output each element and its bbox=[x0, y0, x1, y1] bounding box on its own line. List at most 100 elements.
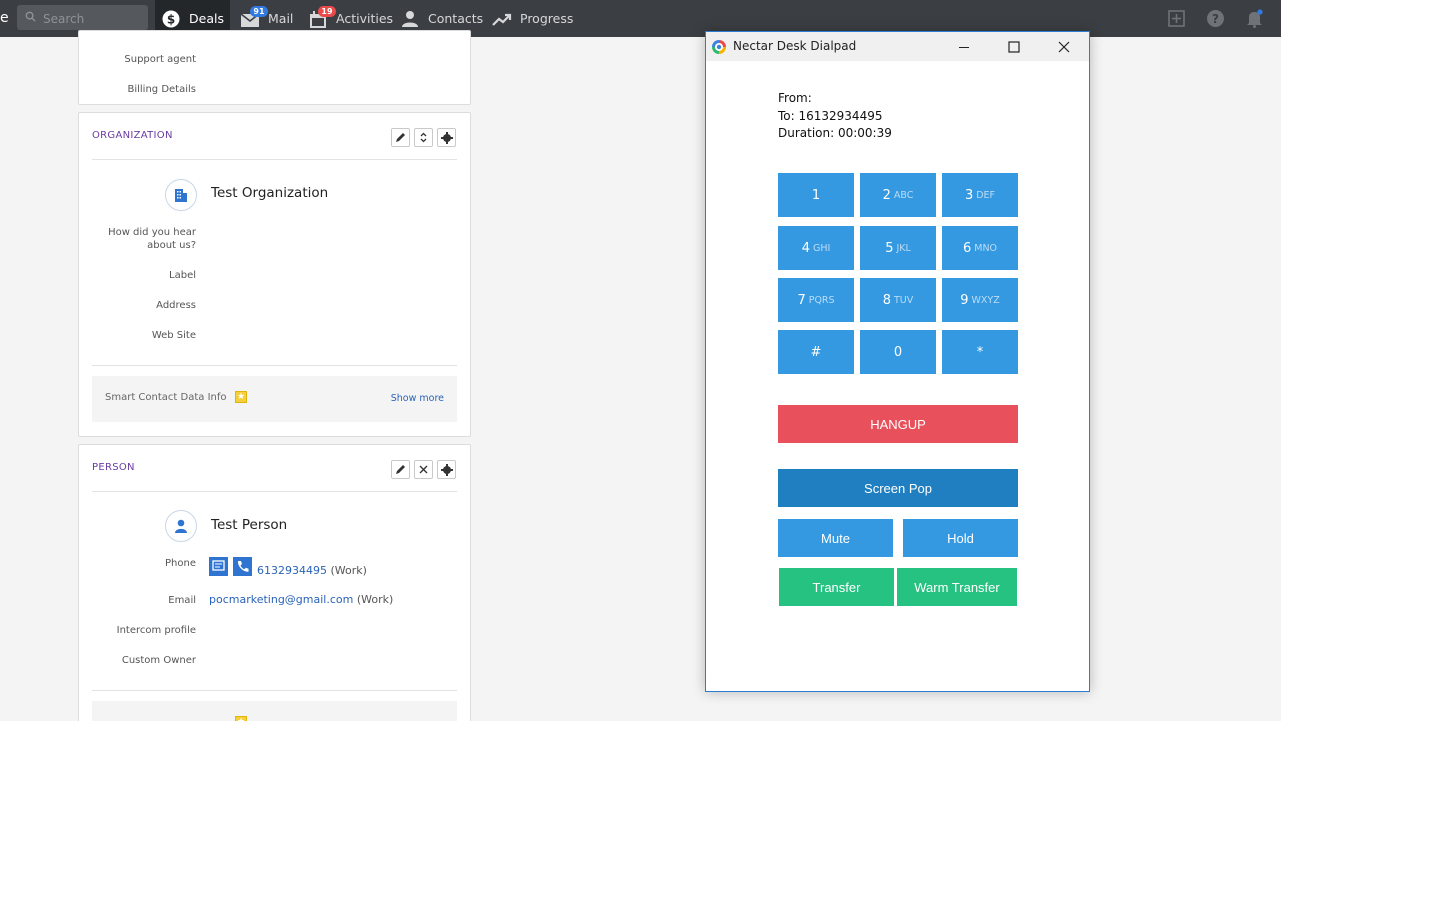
key-7-letters: PQRS bbox=[808, 294, 835, 306]
key-5[interactable]: 5 JKL bbox=[860, 226, 936, 270]
screen-pop-button[interactable]: Screen Pop bbox=[778, 469, 1018, 507]
key-0[interactable]: 0 bbox=[860, 330, 936, 374]
field-label-intercom-profile: Intercom profile bbox=[116, 625, 196, 636]
smart-contact-data-label: Smart Contact Data Info bbox=[105, 392, 227, 403]
close-button[interactable] bbox=[1040, 32, 1088, 61]
call-button[interactable] bbox=[233, 557, 252, 576]
key-5-letters: JKL bbox=[896, 242, 911, 254]
email-value: pocmarketing@gmail.com (Work) bbox=[209, 593, 393, 606]
unlink-person-button[interactable] bbox=[414, 460, 433, 479]
nav-progress[interactable]: Progress bbox=[492, 0, 573, 37]
key-4[interactable]: 4 GHI bbox=[778, 226, 854, 270]
add-icon[interactable] bbox=[1167, 9, 1186, 28]
key-0-num: 0 bbox=[893, 344, 903, 360]
key-8-letters: TUV bbox=[894, 294, 914, 306]
organization-settings-button[interactable] bbox=[437, 128, 456, 147]
maximize-button[interactable] bbox=[990, 32, 1038, 61]
organization-panel: ORGANIZATION Test Organization How did y… bbox=[78, 112, 471, 437]
menu-edge-icon[interactable]: e bbox=[0, 9, 9, 27]
key-star[interactable]: * bbox=[942, 330, 1018, 374]
gear-icon bbox=[440, 463, 453, 476]
dialpad-title-bar[interactable]: Nectar Desk Dialpad bbox=[706, 32, 1089, 61]
key-6-letters: MNO bbox=[974, 242, 998, 254]
change-organization-button[interactable] bbox=[414, 128, 433, 147]
building-icon bbox=[175, 189, 187, 202]
key-6[interactable]: 6 MNO bbox=[942, 226, 1018, 270]
key-7-num: 7 bbox=[797, 292, 806, 308]
nav-deals-label: Deals bbox=[189, 11, 224, 26]
mail-badge: 91 bbox=[250, 5, 268, 17]
call-to: To: 16132934495 bbox=[778, 109, 883, 123]
edit-organization-button[interactable] bbox=[391, 128, 410, 147]
crm-app: e $ Deals 91 bbox=[0, 0, 1281, 721]
pencil-icon bbox=[396, 133, 405, 142]
show-more-link[interactable]: Show more bbox=[391, 393, 444, 404]
key-6-num: 6 bbox=[962, 240, 972, 256]
dialpad-title: Nectar Desk Dialpad bbox=[733, 39, 857, 53]
field-label-web-site: Web Site bbox=[151, 330, 196, 341]
organization-name[interactable]: Test Organization bbox=[211, 185, 328, 201]
pencil-icon bbox=[396, 465, 405, 474]
unlink-icon bbox=[419, 465, 428, 474]
message-icon bbox=[212, 560, 225, 571]
details-panel: Support agent Billing Details bbox=[78, 30, 471, 105]
field-label-support-agent: Support agent bbox=[124, 54, 196, 65]
person-panel: PERSON Test Person Phone 6132934495 (Wor… bbox=[78, 444, 471, 721]
key-5-num: 5 bbox=[885, 240, 894, 256]
help-icon[interactable]: ? bbox=[1206, 9, 1225, 28]
field-label-billing-details: Billing Details bbox=[127, 84, 196, 95]
field-label-label: Label bbox=[169, 270, 196, 281]
star-icon: ★ bbox=[235, 716, 247, 721]
key-7[interactable]: 7 PQRS bbox=[778, 278, 854, 322]
divider bbox=[92, 690, 457, 691]
key-8[interactable]: 8 TUV bbox=[860, 278, 936, 322]
warm-transfer-button[interactable]: Warm Transfer bbox=[897, 568, 1017, 606]
key-9[interactable]: 9 WXYZ bbox=[942, 278, 1018, 322]
close-icon bbox=[1058, 41, 1070, 52]
phone-type: (Work) bbox=[330, 564, 367, 577]
key-2-num: 2 bbox=[882, 187, 891, 203]
dollar-icon: $ bbox=[161, 8, 183, 30]
key-9-letters: WXYZ bbox=[971, 294, 1000, 306]
minimize-icon bbox=[959, 46, 969, 48]
key-3[interactable]: 3 DEF bbox=[942, 173, 1018, 217]
divider bbox=[92, 365, 457, 366]
mail-icon: 91 bbox=[240, 5, 268, 30]
key-hash-num: # bbox=[810, 344, 822, 360]
key-star-num: * bbox=[976, 344, 984, 360]
edit-person-button[interactable] bbox=[391, 460, 410, 479]
field-label-custom-owner: Custom Owner bbox=[121, 655, 196, 666]
person-section-title: PERSON bbox=[92, 462, 135, 473]
field-label-how-line2: about us? bbox=[147, 240, 196, 251]
key-1[interactable]: 1 bbox=[778, 173, 854, 217]
smart-contact-data-bar-person: ★ bbox=[92, 701, 457, 721]
person-avatar bbox=[165, 510, 197, 542]
organization-section-title: ORGANIZATION bbox=[92, 130, 173, 141]
key-2[interactable]: 2 ABC bbox=[860, 173, 936, 217]
gear-icon bbox=[440, 131, 453, 144]
person-settings-button[interactable] bbox=[437, 460, 456, 479]
key-hash[interactable]: # bbox=[778, 330, 854, 374]
smart-contact-data-bar: Smart Contact Data Info ★ Show more bbox=[92, 376, 457, 422]
bell-icon[interactable] bbox=[1245, 9, 1264, 28]
email-link[interactable]: pocmarketing@gmail.com bbox=[209, 593, 353, 606]
phone-icon bbox=[237, 561, 249, 572]
dialpad-window: Nectar Desk Dialpad From: To: 1613293449… bbox=[705, 31, 1090, 692]
trend-icon bbox=[492, 8, 514, 30]
search-box[interactable] bbox=[17, 5, 148, 30]
divider bbox=[92, 491, 457, 492]
minimize-button[interactable] bbox=[940, 32, 988, 61]
search-input[interactable] bbox=[41, 8, 145, 29]
transfer-button[interactable]: Transfer bbox=[779, 568, 894, 606]
person-icon bbox=[400, 8, 422, 30]
phone-number-link[interactable]: 6132934495 bbox=[257, 564, 327, 577]
sms-button[interactable] bbox=[209, 557, 228, 576]
nectar-desk-logo-icon bbox=[712, 40, 726, 54]
person-name[interactable]: Test Person bbox=[211, 517, 287, 533]
hangup-button[interactable]: HANGUP bbox=[778, 405, 1018, 443]
call-from: From: bbox=[778, 91, 812, 105]
hold-button[interactable]: Hold bbox=[903, 519, 1018, 557]
field-label-how-did-you-hear: How did you hear about us? bbox=[108, 226, 196, 252]
mute-button[interactable]: Mute bbox=[778, 519, 893, 557]
key-4-letters: GHI bbox=[812, 242, 831, 254]
